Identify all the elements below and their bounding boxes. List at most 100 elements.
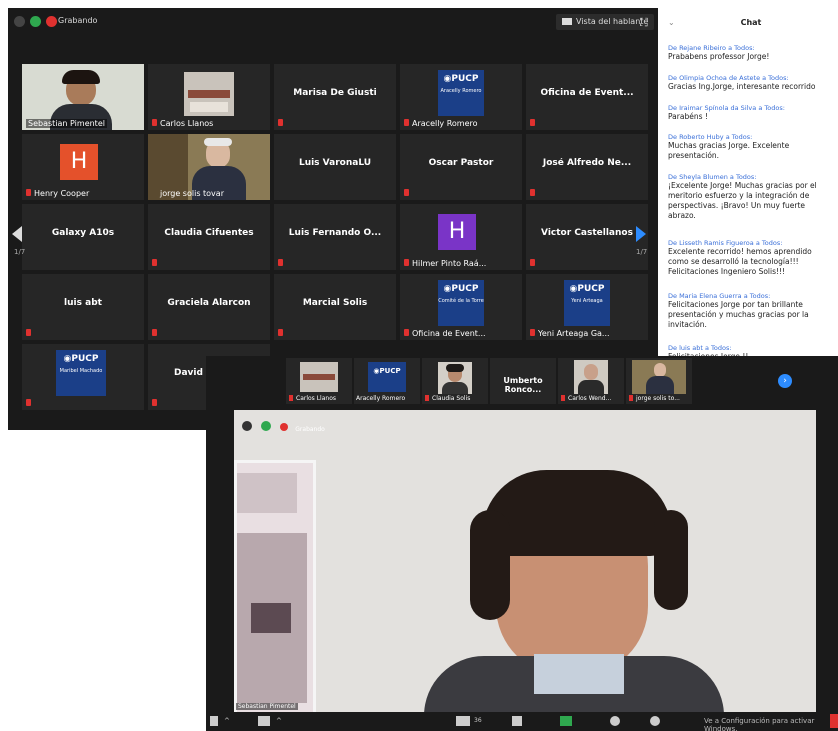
muted-mic-icon xyxy=(152,399,157,406)
info-icon[interactable] xyxy=(14,16,25,27)
muted-mic-icon xyxy=(404,189,409,196)
participant-name: Victor Castellanos xyxy=(541,228,633,238)
muted-mic-icon xyxy=(26,329,31,336)
video-top-indicators: Grabando xyxy=(242,416,325,435)
participant-name: Luis Fernando O... xyxy=(288,228,382,238)
strip-participant-tile[interactable]: Carlos Llanos xyxy=(286,358,352,404)
video-options-chevron-icon[interactable]: ^ xyxy=(276,716,282,726)
end-meeting-button[interactable] xyxy=(830,714,838,728)
chat-message-sender: De Rejane Ribeiro a Todos: xyxy=(668,44,755,52)
participant-name: Oficina de Event... xyxy=(412,329,486,338)
mic-options-chevron-icon[interactable]: ^ xyxy=(224,716,230,726)
pucp-logo-card: ◉PUCP Comité de la Torre xyxy=(438,280,484,326)
muted-mic-icon xyxy=(530,329,535,336)
muted-mic-icon xyxy=(530,119,535,126)
participant-tile[interactable]: Oficina de Event... xyxy=(526,64,648,130)
participants-count: 36 xyxy=(474,717,482,724)
participant-tile[interactable]: Graciela Alarcon xyxy=(148,274,270,340)
pucp-logo: ◉PUCP xyxy=(63,354,99,364)
strip-participant-tile[interactable]: jorge solis to... xyxy=(626,358,692,404)
info-icon[interactable] xyxy=(242,421,252,431)
wall-poster xyxy=(234,460,316,712)
participant-name: luis abt xyxy=(64,298,102,308)
chat-message: De Maria Elena Guerra a Todos: Felicitac… xyxy=(668,292,834,330)
participant-tile[interactable]: Marisa De Giusti xyxy=(274,64,396,130)
reactions-icon[interactable] xyxy=(650,716,660,726)
previous-page-arrow[interactable] xyxy=(12,226,22,242)
chat-title: Chat xyxy=(740,18,762,27)
next-page-arrow[interactable] xyxy=(636,226,646,242)
chat-message-sender: De Roberto Huby a Todos: xyxy=(668,133,753,141)
participant-name: Oficina de Event... xyxy=(540,88,634,98)
record-icon xyxy=(280,423,289,431)
participant-tile[interactable]: Victor Castellanos xyxy=(526,204,648,270)
participant-tile[interactable]: ◉PUCP Aracelly Romero Aracelly Romero xyxy=(400,64,522,130)
muted-mic-icon xyxy=(289,395,293,401)
participant-tile[interactable]: H Hilmer Pinto Raá... xyxy=(400,204,522,270)
participant-tile[interactable]: Luis Fernando O... xyxy=(274,204,396,270)
record-button-icon[interactable] xyxy=(610,716,620,726)
participant-tile[interactable]: Galaxy A10s xyxy=(22,204,144,270)
muted-mic-icon xyxy=(26,399,31,406)
participant-video xyxy=(184,72,234,116)
chat-message-sender: De Iraimar Spínola da Silva a Todos: xyxy=(668,104,785,112)
muted-mic-icon xyxy=(530,259,535,266)
chat-message-text: ¡Excelente Jorge! Muchas gracias por el … xyxy=(668,181,817,220)
strip-participant-tile[interactable]: Umberto Ronco... xyxy=(490,358,556,404)
shield-icon[interactable] xyxy=(261,421,272,431)
pucp-logo-card: ◉PUCP Maribel Machado xyxy=(56,350,106,396)
participant-tile[interactable]: jorge solis tovar xyxy=(148,134,270,200)
muted-mic-icon xyxy=(404,329,409,336)
activate-windows-watermark: Ve a Configuración para activar Windows. xyxy=(704,717,815,731)
participant-name: Henry Cooper xyxy=(34,189,90,198)
participant-name: Aracelly Romero xyxy=(356,395,406,402)
speaker-view-icon xyxy=(562,18,572,25)
participant-name: Luis VaronaLU xyxy=(298,158,372,168)
chat-message: De Iraimar Spínola da Silva a Todos: Par… xyxy=(668,104,834,122)
video-camera-icon[interactable] xyxy=(258,716,270,726)
fullscreen-icon[interactable]: ⛶ xyxy=(640,16,648,30)
muted-mic-icon xyxy=(425,395,429,401)
shield-icon[interactable] xyxy=(30,16,41,27)
chat-message: De Roberto Huby a Todos: Muchas gracias … xyxy=(668,133,834,161)
participant-tile[interactable]: H Henry Cooper xyxy=(22,134,144,200)
muted-mic-icon xyxy=(530,189,535,196)
speaker-view-window: Carlos Llanos ◉PUCP Aracelly Romero Clau… xyxy=(206,356,838,731)
muted-mic-icon xyxy=(561,395,565,401)
chat-panel: ⌄ Chat De Rejane Ribeiro a Todos: Prabab… xyxy=(664,8,838,364)
participant-tile[interactable]: luis abt xyxy=(22,274,144,340)
strip-participant-tile[interactable]: Carlos Wend... xyxy=(558,358,624,404)
participant-name: jorge solis to... xyxy=(636,395,680,402)
strip-participant-tile[interactable]: ◉PUCP Aracelly Romero xyxy=(354,358,420,404)
participant-tile[interactable]: Marcial Solis xyxy=(274,274,396,340)
participant-name: Sebastian Pimentel xyxy=(26,119,107,128)
chat-message-text: Gracias Ing.Jorge, interesante recorrido xyxy=(668,82,816,91)
chat-message-sender: De Sheyla Blumen a Todos: xyxy=(668,173,757,181)
share-screen-icon[interactable] xyxy=(560,716,572,726)
participant-tile[interactable]: Luis VaronaLU xyxy=(274,134,396,200)
pucp-card-text: Aracelly Romero xyxy=(440,88,482,94)
muted-mic-icon xyxy=(152,259,157,266)
muted-mic-icon xyxy=(278,259,283,266)
chat-icon[interactable] xyxy=(512,716,522,726)
participant-name: Marcial Solis xyxy=(302,298,368,308)
microphone-icon[interactable] xyxy=(210,716,218,726)
participants-icon[interactable] xyxy=(456,716,470,726)
participant-tile[interactable]: Carlos Llanos xyxy=(148,64,270,130)
participant-tile[interactable]: ◉PUCP Maribel Machado xyxy=(22,344,144,410)
participant-name: Marisa De Giusti xyxy=(293,88,377,98)
muted-mic-icon xyxy=(404,259,409,266)
participant-tile[interactable]: ◉PUCP Yeni Arteaga Yeni Arteaga Ga... xyxy=(526,274,648,340)
participant-tile[interactable]: Oscar Pastor xyxy=(400,134,522,200)
participant-initial-avatar: H xyxy=(60,144,98,180)
participant-tile[interactable]: José Alfredo Ne... xyxy=(526,134,648,200)
participant-tile[interactable]: ◉PUCP Comité de la Torre Oficina de Event… xyxy=(400,274,522,340)
strip-next-button[interactable]: › xyxy=(778,374,792,388)
gallery-top-bar: Grabando Vista del hablante ⛶ xyxy=(8,8,658,36)
participant-name: Hilmer Pinto Raá... xyxy=(412,259,487,268)
participant-tile[interactable]: Claudia Cifuentes xyxy=(148,204,270,270)
speaker-name-label: Sebastian Pimentel xyxy=(236,703,298,710)
muted-mic-icon xyxy=(152,119,157,126)
strip-participant-tile[interactable]: Claudia Solis xyxy=(422,358,488,404)
participant-tile[interactable]: Sebastian Pimentel xyxy=(22,64,144,130)
